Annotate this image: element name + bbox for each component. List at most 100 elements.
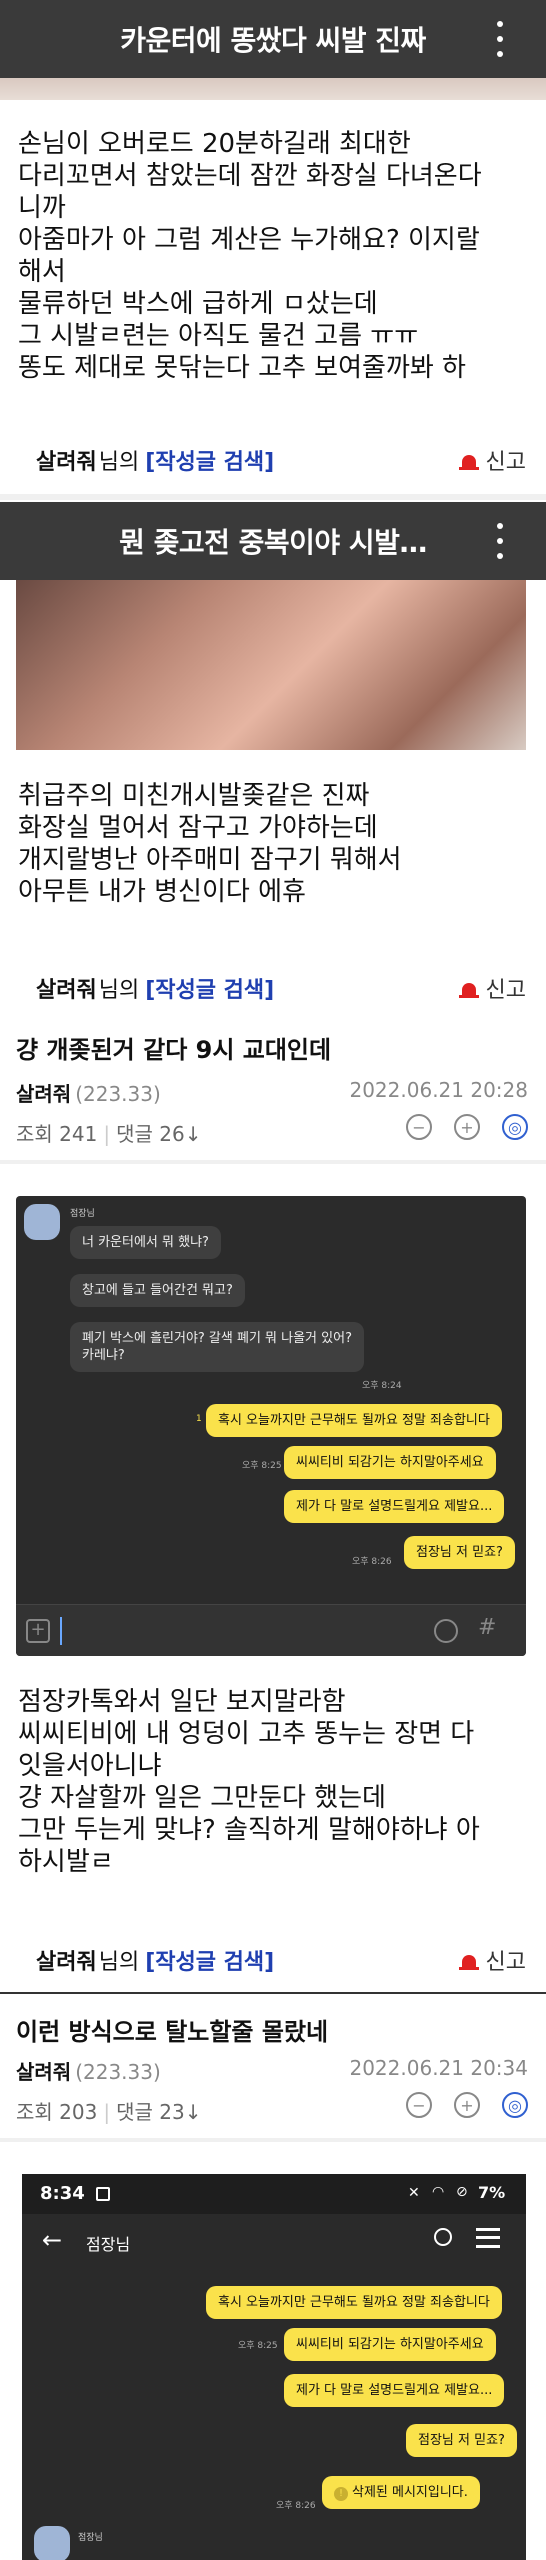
siren-icon xyxy=(458,1949,480,1971)
post4-date: 2022.06.21 20:34 xyxy=(349,2056,528,2080)
post3-author[interactable]: 살려줘 (223.33) xyxy=(16,1078,161,1107)
post1-image-strip xyxy=(0,78,546,100)
text-cursor[interactable] xyxy=(60,1617,62,1645)
post3-title[interactable]: 걍 개좆된거 같다 9시 교대인데 xyxy=(16,1030,331,1065)
author-name: 살려줘 xyxy=(16,2060,72,2084)
zoom-in-icon[interactable]: + xyxy=(454,2092,480,2118)
siren-icon xyxy=(458,977,480,999)
status-bar: 8:34 ✕ ◠ ⊘ 7% xyxy=(22,2174,526,2214)
notification-icon[interactable]: ◎ xyxy=(502,2092,528,2118)
menu-icon[interactable] xyxy=(476,2228,500,2248)
outgoing-message: 혹시 오늘까지만 근무해도 될까요 정말 죄송합니다 xyxy=(206,2286,502,2319)
post4-phone-screenshot: 8:34 ✕ ◠ ⊘ 7% ← 점장님 혹시 오늘까지만 근무해도 될까요 정말… xyxy=(22,2174,526,2560)
post3-chat-screenshot: 점장님 너 카운터에서 뭐 했냐? 창고에 들고 들어간건 뭐고? 폐기 박스에… xyxy=(16,1196,526,1656)
post4-title[interactable]: 이런 방식으로 탈노할줄 몰랐네 xyxy=(16,2012,328,2047)
divider xyxy=(0,1160,546,1164)
incoming-message: 창고에 들고 들어간건 뭐고? xyxy=(70,1274,245,1307)
incoming-message: 너 카운터에서 뭐 했냐? xyxy=(70,1226,221,1259)
post2-photo xyxy=(16,580,526,750)
search-posts-link[interactable]: [작성글 검색] xyxy=(145,972,274,1004)
outgoing-message: 제가 다 말로 설명드릴게요 제발요... xyxy=(284,2374,505,2407)
author-nick[interactable]: 살려줘 xyxy=(36,1944,97,1976)
comment-count[interactable]: 댓글 23↓ xyxy=(116,2100,201,2124)
view-count: 조회 203 xyxy=(16,2100,98,2124)
zoom-out-icon[interactable]: − xyxy=(406,2092,432,2118)
emoji-icon[interactable] xyxy=(434,1619,458,1643)
post1-title-bar: 카운터에 똥쌌다 씨발 진짜 xyxy=(0,0,546,78)
post3-stats: 조회 241 | 댓글 26↓ xyxy=(16,1122,202,1146)
hashtag-icon[interactable]: # xyxy=(478,1615,496,1640)
author-suffix: 님의 xyxy=(98,978,140,1003)
comment-count[interactable]: 댓글 26↓ xyxy=(116,1122,201,1146)
outgoing-message: 제가 다 말로 설명드릴게요 제발요... xyxy=(284,1490,505,1523)
timestamp: 오후 8:26 xyxy=(276,2501,316,2511)
timestamp: 오후 8:25 xyxy=(238,2341,278,2351)
search-posts-link[interactable]: [작성글 검색] xyxy=(145,444,274,476)
author-level: (223.33) xyxy=(75,2060,161,2084)
post3-footer: 살려줘 님의 [작성글 검색] 신고 xyxy=(36,1940,526,1980)
timestamp: 오후 8:26 xyxy=(352,1557,392,1567)
avatar xyxy=(34,2526,70,2560)
mute-icon: ✕ xyxy=(408,2185,420,2201)
post2-footer: 살려줘 님의 [작성글 검색] 신고 xyxy=(36,968,526,1008)
author-nick[interactable]: 살려줘 xyxy=(36,444,97,476)
blocked-icon: ⊘ xyxy=(456,2184,468,2200)
search-posts-link[interactable]: [작성글 검색] xyxy=(145,1944,274,1976)
view-count: 조회 241 xyxy=(16,1122,98,1146)
report-button[interactable]: 신고 xyxy=(458,444,526,476)
more-menu-icon[interactable] xyxy=(496,523,504,559)
outgoing-message: 점장님 저 믿죠? xyxy=(404,1536,515,1569)
divider xyxy=(0,494,546,500)
info-icon: ! xyxy=(334,2487,348,2501)
author-nick[interactable]: 살려줘 xyxy=(36,972,97,1004)
author-suffix: 님의 xyxy=(98,1950,140,1975)
plus-icon[interactable]: + xyxy=(26,1619,50,1643)
author-level: (223.33) xyxy=(75,1082,161,1106)
post2-bar-title: 뭔 좆고전 중복이야 시발… xyxy=(119,526,427,559)
post1-bar-title: 카운터에 똥쌌다 씨발 진짜 xyxy=(120,24,426,57)
search-icon[interactable] xyxy=(434,2228,452,2246)
post2-body: 취급주의 미친개시발좆같은 진짜 화장실 멀어서 잠구고 가야하는데 개지랄병난… xyxy=(18,781,402,907)
report-button[interactable]: 신고 xyxy=(458,1944,526,1976)
back-arrow-icon[interactable]: ← xyxy=(42,2226,62,2254)
post1-footer: 살려줘 님의 [작성글 검색] 신고 xyxy=(36,440,526,480)
author-name: 살려줘 xyxy=(16,1082,72,1106)
outgoing-message: 씨씨티비 되감기는 하지말아주세요 xyxy=(284,2328,496,2361)
report-label: 신고 xyxy=(485,978,526,1003)
timestamp: 오후 8:25 xyxy=(242,1461,282,1471)
outgoing-message: 씨씨티비 되감기는 하지말아주세요 xyxy=(284,1446,496,1479)
more-menu-icon[interactable] xyxy=(496,21,504,57)
zoom-in-icon[interactable]: + xyxy=(454,1114,480,1140)
timestamp: 오후 8:24 xyxy=(362,1381,402,1391)
post3-body: 점장카톡와서 일단 보지말라함 씨씨티비에 내 엉덩이 고추 똥누는 장면 다 … xyxy=(18,1687,480,1877)
report-label: 신고 xyxy=(485,450,526,475)
siren-icon xyxy=(458,449,480,471)
wifi-icon: ◠ xyxy=(432,2184,445,2200)
post4-controls: − + ◎ xyxy=(406,2092,528,2118)
report-button[interactable]: 신고 xyxy=(458,972,526,1004)
deleted-message-text: 삭제된 메시지입니다. xyxy=(352,2485,468,2500)
gallery-icon xyxy=(96,2187,110,2201)
post2-title-bar: 뭔 좆고전 중복이야 시발… xyxy=(0,502,546,580)
post1-body: 손님이 오버로드 20분하길래 최대한 다리꼬면서 참았는데 잠깐 화장실 다녀… xyxy=(18,129,482,383)
zoom-out-icon[interactable]: − xyxy=(406,1114,432,1140)
sender-name: 점장님 xyxy=(70,1209,95,1219)
post3-controls: − + ◎ xyxy=(406,1114,528,1140)
chat-input-bar: + # xyxy=(16,1604,526,1656)
post4-stats: 조회 203 | 댓글 23↓ xyxy=(16,2100,202,2124)
read-count: 1 xyxy=(196,1414,202,1424)
battery-level: 7% xyxy=(478,2183,506,2202)
divider xyxy=(0,1992,546,1994)
divider xyxy=(0,2138,546,2142)
incoming-message: 폐기 박스에 흘린거야? 갈색 폐기 뭐 나올거 있어? 카레냐? xyxy=(70,1322,364,1372)
avatar xyxy=(24,1204,60,1240)
author-suffix: 님의 xyxy=(98,450,140,475)
report-label: 신고 xyxy=(485,1950,526,1975)
chat-header: ← 점장님 xyxy=(22,2214,526,2268)
post4-author[interactable]: 살려줘 (223.33) xyxy=(16,2056,161,2085)
clock: 8:34 xyxy=(40,2183,85,2204)
outgoing-message: 혹시 오늘까지만 근무해도 될까요 정말 죄송합니다 xyxy=(206,1404,502,1437)
notification-icon[interactable]: ◎ xyxy=(502,1114,528,1140)
chat-title: 점장님 xyxy=(86,2235,131,2254)
post3-date: 2022.06.21 20:28 xyxy=(349,1078,528,1102)
